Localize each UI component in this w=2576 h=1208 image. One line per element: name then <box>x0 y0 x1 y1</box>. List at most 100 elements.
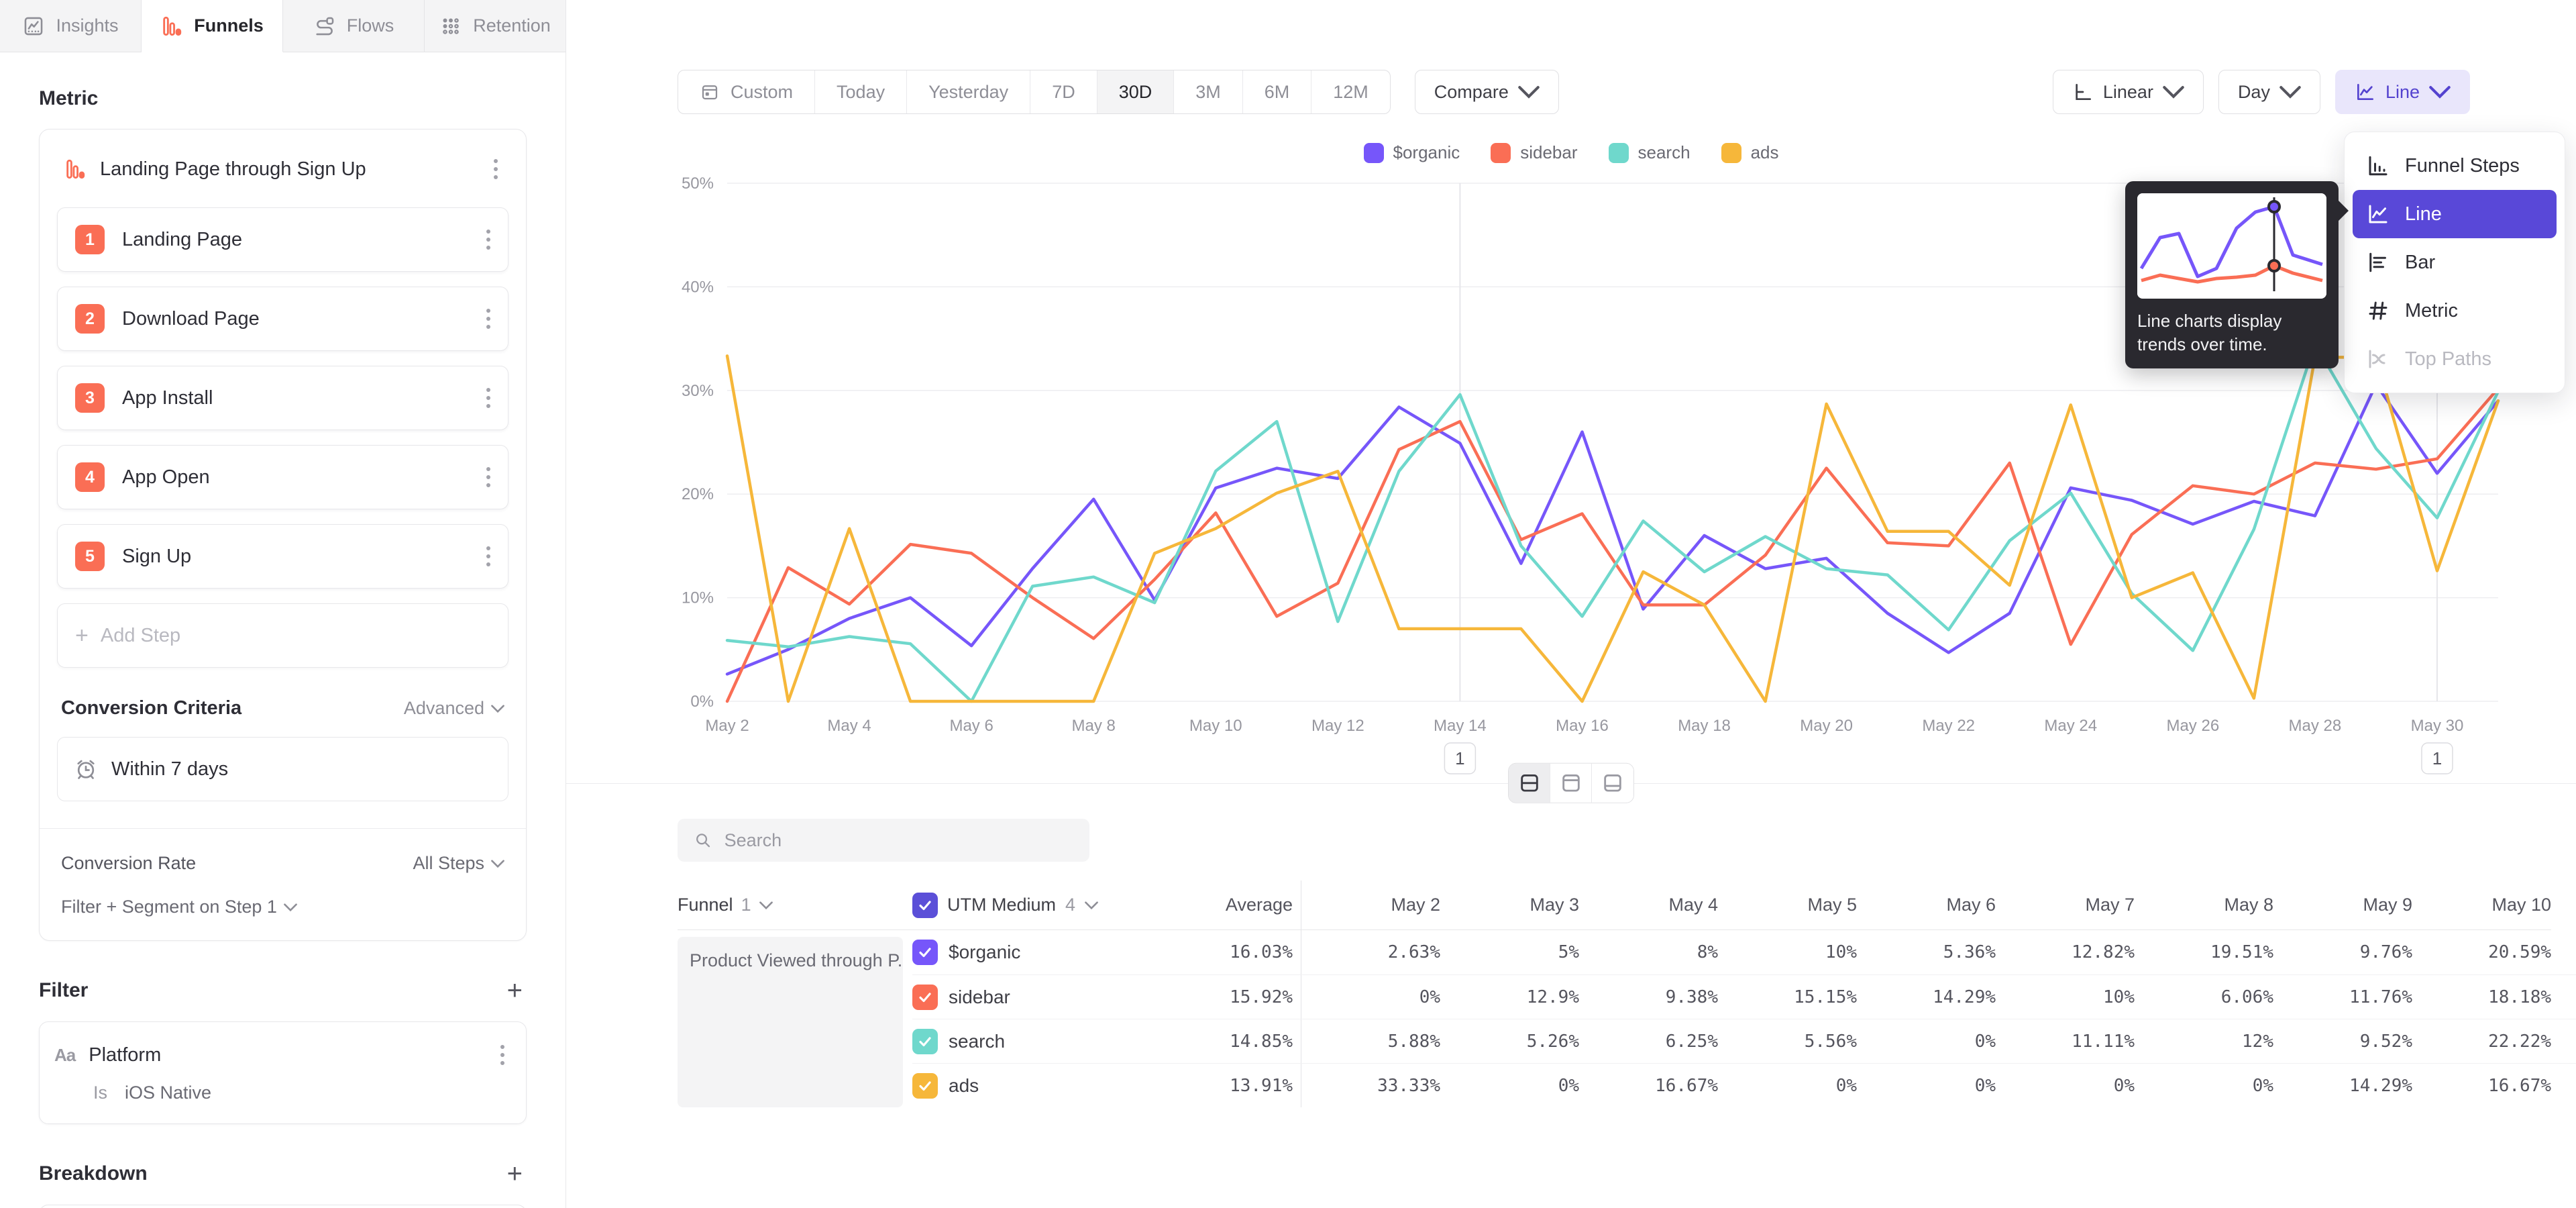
range-today[interactable]: Today <box>815 70 907 113</box>
view-split-icon <box>1518 772 1541 795</box>
funnel-column-dropdown[interactable]: Funnel 1 <box>678 880 912 930</box>
series-line-ads[interactable] <box>727 356 2498 701</box>
row-label-cell[interactable]: $organic <box>912 940 1154 965</box>
kebab-menu-icon[interactable] <box>487 154 504 185</box>
annotation-marker[interactable]: 1 <box>2422 743 2453 774</box>
add-breakdown-button[interactable]: + <box>503 1160 527 1187</box>
menu-item-metric[interactable]: Metric <box>2353 287 2557 335</box>
kebab-menu-icon[interactable] <box>480 303 497 334</box>
row-label-cell[interactable]: sidebar <box>912 985 1154 1010</box>
all-steps-dropdown[interactable]: All Steps <box>413 853 504 874</box>
filter-value[interactable]: iOS Native <box>125 1083 211 1103</box>
funnel-step-3[interactable]: 3App Install <box>57 366 508 430</box>
date-column-header: May 5 <box>1718 880 1857 930</box>
x-axis-label: May 22 <box>1922 717 1975 735</box>
kebab-menu-icon[interactable] <box>480 383 497 413</box>
legend-item-organic[interactable]: $organic <box>1364 142 1460 163</box>
row-checkbox[interactable] <box>912 1029 938 1054</box>
filter-segment-dropdown[interactable]: Filter + Segment on Step 1 <box>57 897 508 917</box>
series-line-organic[interactable] <box>727 385 2498 674</box>
menu-item-bar[interactable]: Bar <box>2353 238 2557 287</box>
legend-item-sidebar[interactable]: sidebar <box>1491 142 1577 163</box>
range-6m[interactable]: 6M <box>1243 70 1312 113</box>
x-axis-label: May 20 <box>1800 717 1853 735</box>
tab-insights[interactable]: Insights <box>0 0 142 52</box>
legend-swatch <box>1364 143 1384 163</box>
table-row-sidebar: sidebar15.92%0%12.9%9.38%15.15%14.29%10%… <box>912 974 2576 1019</box>
menu-item-funnel-steps[interactable]: Funnel Steps <box>2353 142 2557 190</box>
funnel-step-4[interactable]: 4App Open <box>57 445 508 509</box>
kebab-menu-icon[interactable] <box>480 224 497 255</box>
compare-button[interactable]: Compare <box>1415 70 1559 114</box>
svg-text:1: 1 <box>1455 748 1464 768</box>
legend-item-ads[interactable]: ads <box>1721 142 1779 163</box>
range-30d[interactable]: 30D <box>1097 70 1175 113</box>
row-checkbox[interactable] <box>912 940 938 965</box>
funnel-step-2[interactable]: 2Download Page <box>57 287 508 351</box>
date-range-control: CustomTodayYesterday7D30D3M6M12M <box>678 70 1391 114</box>
range-7d[interactable]: 7D <box>1030 70 1097 113</box>
legend-item-search[interactable]: search <box>1609 142 1690 163</box>
chart-legend: $organic sidebar search ads <box>566 142 2576 163</box>
average-value: 14.85% <box>1154 1019 1301 1063</box>
range-12m[interactable]: 12M <box>1311 70 1390 113</box>
chart-type-dropdown[interactable]: Line <box>2335 70 2470 114</box>
conversion-window-button[interactable]: Within 7 days <box>57 737 508 801</box>
section-divider <box>566 783 2576 784</box>
row-group-label[interactable]: Product Viewed through P... <box>678 937 903 1107</box>
range-yesterday[interactable]: Yesterday <box>907 70 1030 113</box>
cell-value: 33.33% <box>1301 1064 1440 1107</box>
filter-operator[interactable]: Is <box>93 1083 107 1103</box>
funnel-metric-icon <box>64 158 87 181</box>
add-filter-button[interactable]: + <box>503 977 527 1004</box>
row-checkbox[interactable] <box>912 1073 938 1099</box>
utm-column-dropdown[interactable]: UTM Medium 4 <box>912 880 1154 930</box>
report-tabs: Insights Funnels Flows Retention <box>0 0 566 52</box>
legend-swatch <box>1609 143 1629 163</box>
funnels-icon <box>160 15 183 38</box>
scale-dropdown[interactable]: Linear <box>2053 70 2204 114</box>
alarm-clock-icon <box>74 757 98 781</box>
search-input[interactable] <box>724 830 1073 851</box>
breakdown-card[interactable]: Aa UTM Medium ✕ <box>39 1205 527 1208</box>
cell-value: 16.67% <box>2412 1064 2551 1107</box>
chevron-down-icon <box>491 860 504 868</box>
tab-funnels[interactable]: Funnels <box>142 0 283 52</box>
annotation-marker[interactable]: 1 <box>1444 743 1475 774</box>
range-custom[interactable]: Custom <box>678 70 815 113</box>
range-3m[interactable]: 3M <box>1174 70 1243 113</box>
plus-icon: + <box>75 623 89 649</box>
funnel-step-5[interactable]: 5Sign Up <box>57 524 508 589</box>
row-label-cell[interactable]: search <box>912 1029 1154 1054</box>
step-number-badge: 5 <box>75 542 105 571</box>
row-label-cell[interactable]: ads <box>912 1073 1154 1099</box>
kebab-menu-icon[interactable] <box>494 1040 511 1070</box>
tooltip-preview-chart <box>2137 193 2326 299</box>
kebab-menu-icon[interactable] <box>480 462 497 493</box>
view-chart-button[interactable] <box>1550 764 1592 803</box>
kebab-menu-icon[interactable] <box>480 541 497 572</box>
select-all-checkbox[interactable] <box>912 893 938 918</box>
advanced-dropdown[interactable]: Advanced <box>404 698 504 719</box>
cell-value: 10% <box>1996 975 2135 1019</box>
granularity-dropdown[interactable]: Day <box>2218 70 2320 114</box>
table-search[interactable] <box>678 819 1089 862</box>
row-checkbox[interactable] <box>912 985 938 1010</box>
sidebar: Insights Funnels Flows Retention Metric <box>0 0 566 1208</box>
line-chart-icon <box>2355 81 2376 103</box>
cell-value: 0% <box>2135 1064 2273 1107</box>
tab-retention[interactable]: Retention <box>425 0 566 52</box>
conversion-criteria-heading: Conversion Criteria <box>61 697 404 719</box>
flows-icon <box>313 15 336 38</box>
funnel-step-1[interactable]: 1Landing Page <box>57 207 508 272</box>
menu-item-top-paths[interactable]: Top Paths <box>2353 335 2557 383</box>
add-step-button[interactable]: + Add Step <box>57 603 508 668</box>
filter-card[interactable]: Aa Platform Is iOS Native <box>39 1021 527 1124</box>
cell-value: 0% <box>1857 1019 1996 1063</box>
view-table-button[interactable] <box>1592 764 1633 803</box>
cell-value: 12% <box>2135 1019 2273 1063</box>
tab-flows[interactable]: Flows <box>283 0 425 52</box>
view-split-button[interactable] <box>1509 764 1550 803</box>
menu-item-line[interactable]: Line <box>2353 190 2557 238</box>
chevron-down-icon <box>491 705 504 713</box>
